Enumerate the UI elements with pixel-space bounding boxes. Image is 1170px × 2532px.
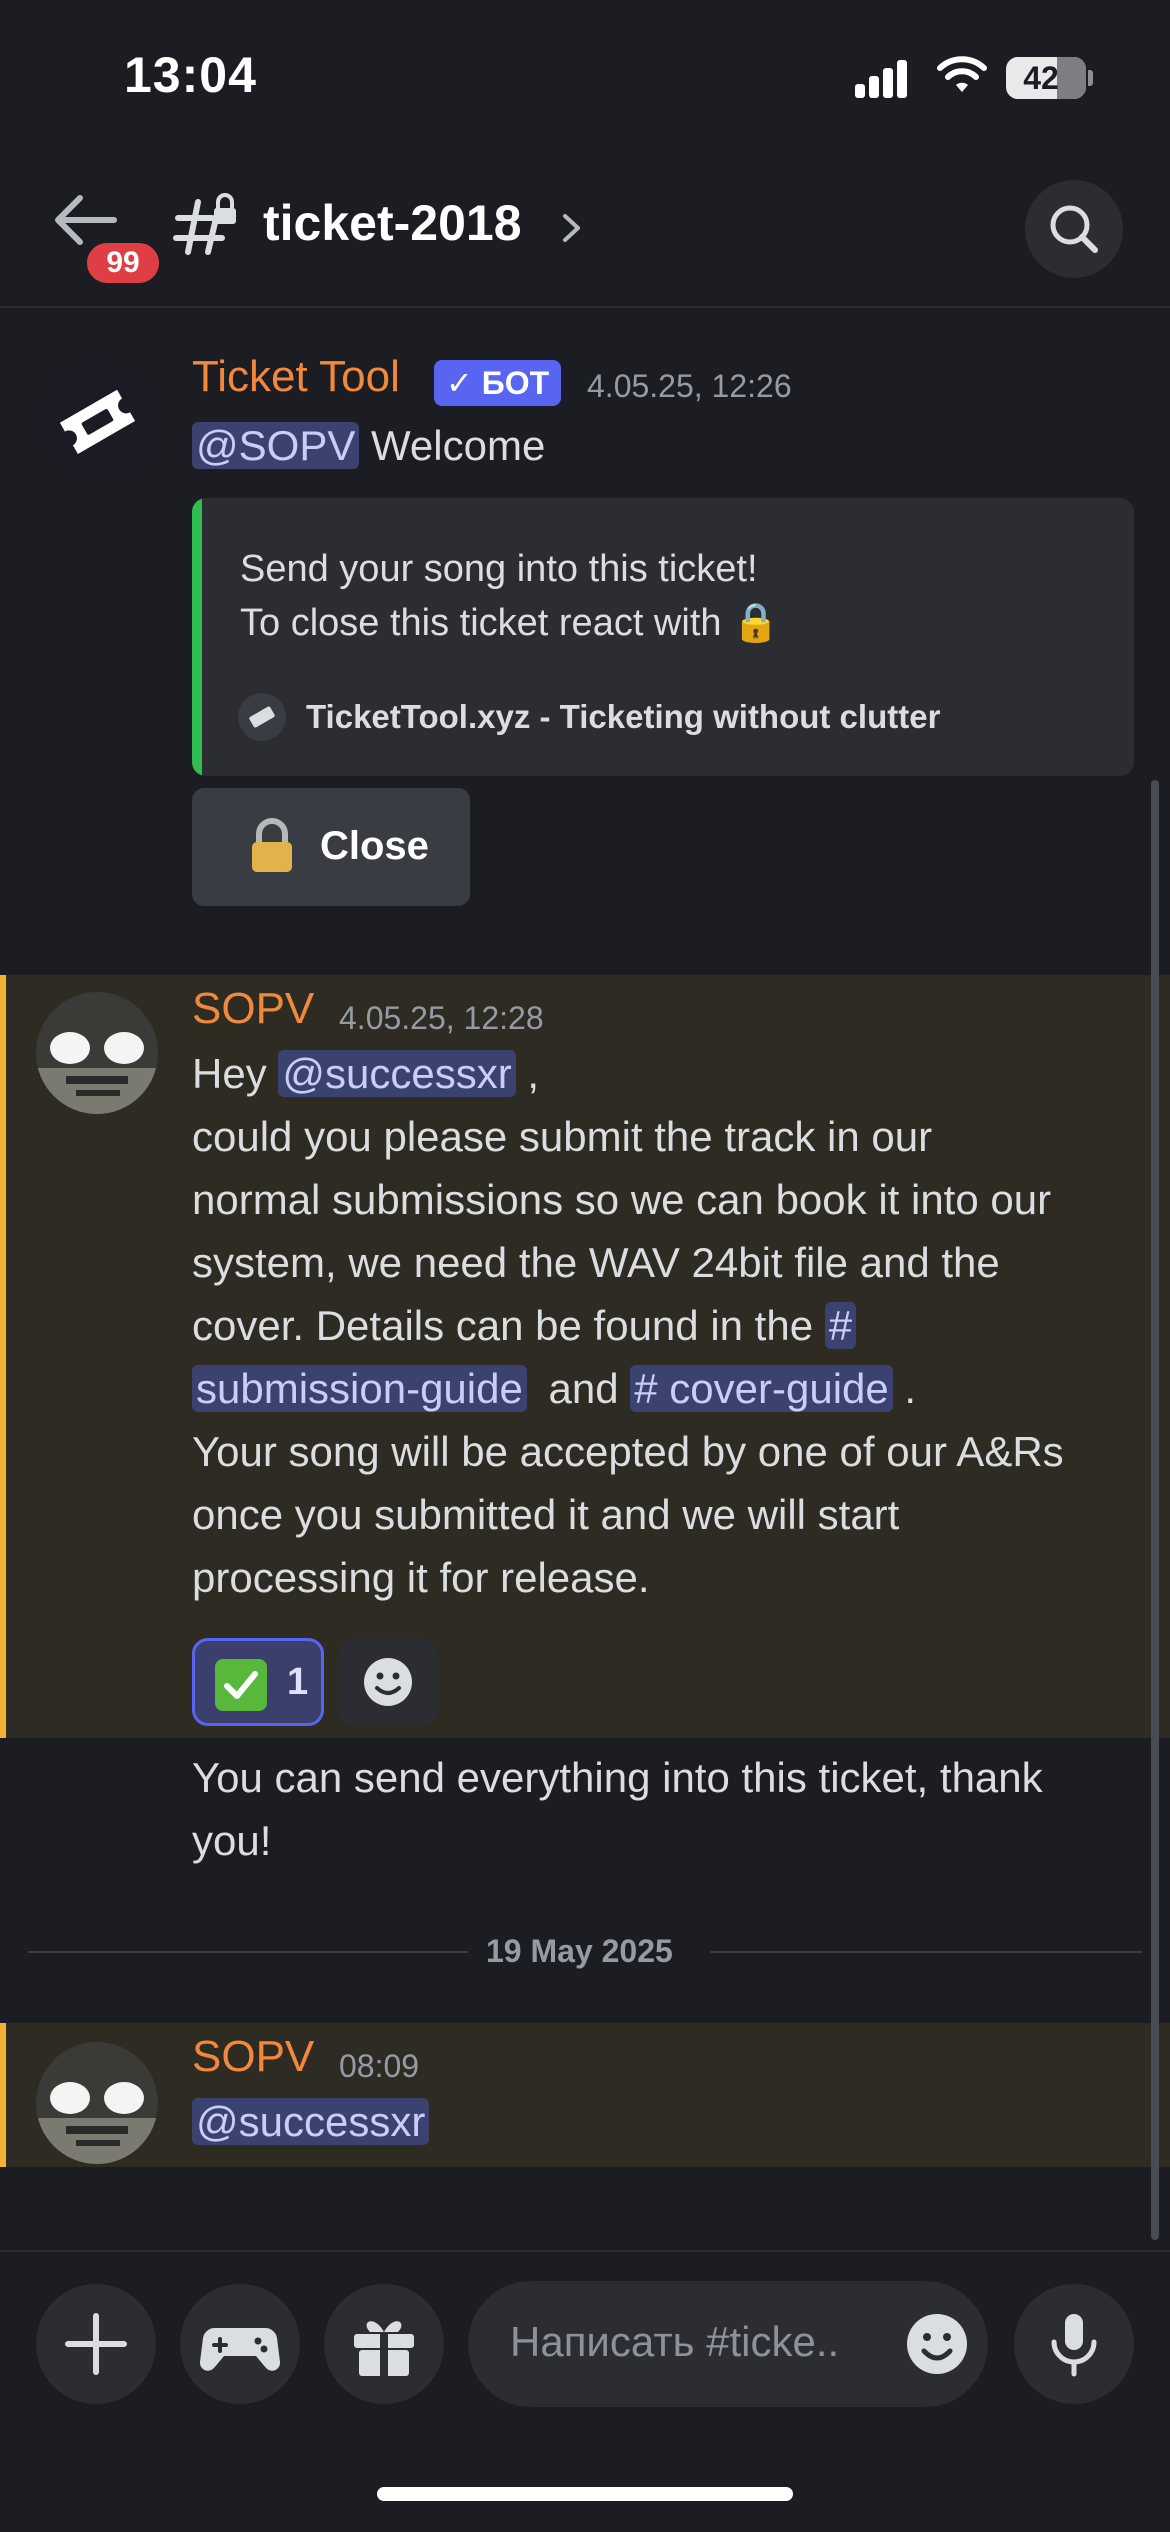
message-text: you!	[192, 1817, 272, 1864]
unread-badge: 99	[82, 238, 164, 288]
message-content-followup: You can send everything into this ticket…	[192, 1746, 1142, 1872]
message-content: @SOPV Welcome	[192, 414, 545, 477]
battery-level: 42	[1023, 60, 1059, 96]
message-text: could you please submit the track in our	[192, 1113, 933, 1160]
message-input[interactable]: Написать #ticke..	[468, 2281, 988, 2407]
message-text: Hey	[192, 1050, 267, 1097]
scrollbar[interactable]	[1151, 780, 1159, 2240]
close-ticket-button[interactable]: Close	[192, 788, 470, 906]
avatar[interactable]	[36, 992, 158, 1114]
divider-line	[28, 1951, 468, 1953]
message-input-placeholder: Написать #ticke..	[510, 2318, 840, 2365]
message-text: once you submitted it and we will start	[192, 1491, 900, 1538]
wifi-icon	[937, 56, 987, 92]
add-reaction-button[interactable]	[338, 1638, 438, 1726]
author-name[interactable]: SOPV	[192, 984, 314, 1034]
reaction-count: 1	[287, 1661, 309, 1703]
battery-tip	[1088, 70, 1093, 86]
close-button-label: Close	[320, 824, 429, 868]
message-text: Your song will be accepted by one of our…	[192, 1428, 1064, 1475]
avatar[interactable]	[36, 360, 158, 482]
check-emoji-icon	[215, 1659, 267, 1711]
avatar-image	[36, 992, 158, 1114]
embed-card: Send your song into this ticket! To clos…	[192, 498, 1134, 776]
message-text: system, we need the WAV 24bit file and t…	[192, 1239, 1000, 1286]
message-text: Welcome	[371, 422, 546, 469]
channel-title[interactable]: ticket-2018	[263, 194, 522, 252]
avatar-image	[36, 2042, 158, 2164]
battery-icon: 42	[1006, 57, 1086, 99]
plus-icon	[65, 2313, 127, 2375]
timestamp: 4.05.25, 12:26	[587, 368, 792, 404]
user-mention[interactable]: @successxr	[278, 1050, 516, 1097]
home-indicator[interactable]	[377, 2487, 793, 2501]
voice-message-button[interactable]	[1014, 2284, 1134, 2404]
embed-footer-text: TicketTool.xyz - Ticketing without clutt…	[306, 698, 941, 735]
microphone-icon	[1051, 2314, 1097, 2377]
message-list: Ticket Tool ✓ БОТ 4.05.25, 12:26 @SOPV W…	[0, 310, 1170, 2250]
bot-tag: ✓ БОТ	[434, 360, 562, 406]
channel-mention-hash[interactable]: #	[824, 1302, 857, 1349]
gift-button[interactable]	[324, 2284, 444, 2404]
author-name[interactable]: Ticket Tool	[192, 352, 400, 402]
status-time: 13:04	[124, 47, 257, 103]
author-name[interactable]: SOPV	[192, 2032, 314, 2082]
status-bar: 13:04 42	[0, 0, 1170, 150]
search-icon	[1050, 205, 1098, 253]
message-text: cover. Details can be found in the	[192, 1302, 814, 1349]
activities-button[interactable]	[180, 2284, 300, 2404]
message-text: .	[904, 1365, 917, 1412]
avatar[interactable]	[36, 2042, 158, 2164]
channel-mention-submission-guide[interactable]: submission-guide	[192, 1365, 527, 1412]
embed-line: Send your song into this ticket!	[240, 548, 758, 590]
message-content: Hey @successxr , could you please submit…	[192, 1042, 1142, 1609]
message-text: You can send everything into this ticket…	[192, 1754, 1043, 1801]
embed-footer-icon	[238, 693, 286, 741]
ticket-icon	[59, 389, 136, 454]
embed-description: Send your song into this ticket! To clos…	[240, 542, 779, 650]
message-highlight	[0, 2023, 1170, 2167]
embed-accent-bar	[192, 498, 202, 776]
divider-line	[710, 1951, 1142, 1953]
message-text: ,	[527, 1050, 540, 1097]
divider-date: 19 May 2025	[486, 1933, 673, 1969]
message-text: and	[548, 1365, 619, 1412]
signal-icon	[855, 58, 915, 98]
chevron-right-icon[interactable]	[560, 208, 584, 248]
user-mention[interactable]: @successxr	[192, 2098, 430, 2145]
mention-highlight-bar	[0, 2023, 6, 2167]
message-content: @successxr	[192, 2090, 430, 2153]
gamepad-icon	[199, 2328, 281, 2371]
message-text: normal submissions so we can book it int…	[192, 1176, 1052, 1223]
search-button[interactable]	[1025, 180, 1123, 278]
embed-line: To close this ticket react with 🔒	[240, 602, 780, 644]
channel-header: 99 ticket-2018	[0, 150, 1170, 308]
emoji-icon[interactable]	[902, 2309, 972, 2379]
user-mention[interactable]: @SOPV	[192, 422, 360, 469]
emoji-icon	[364, 1658, 412, 1706]
reaction-check[interactable]: 1	[192, 1638, 324, 1726]
mention-highlight-bar	[0, 975, 6, 1738]
gift-icon	[354, 2321, 414, 2376]
message-text: processing it for release.	[192, 1554, 650, 1601]
locked-channel-icon	[173, 193, 236, 255]
timestamp: 08:09	[339, 2048, 420, 2084]
lock-icon	[252, 818, 292, 872]
attach-button[interactable]	[36, 2284, 156, 2404]
channel-mention-cover-guide[interactable]: # cover-guide	[630, 1365, 893, 1412]
timestamp: 4.05.25, 12:28	[339, 1000, 544, 1036]
